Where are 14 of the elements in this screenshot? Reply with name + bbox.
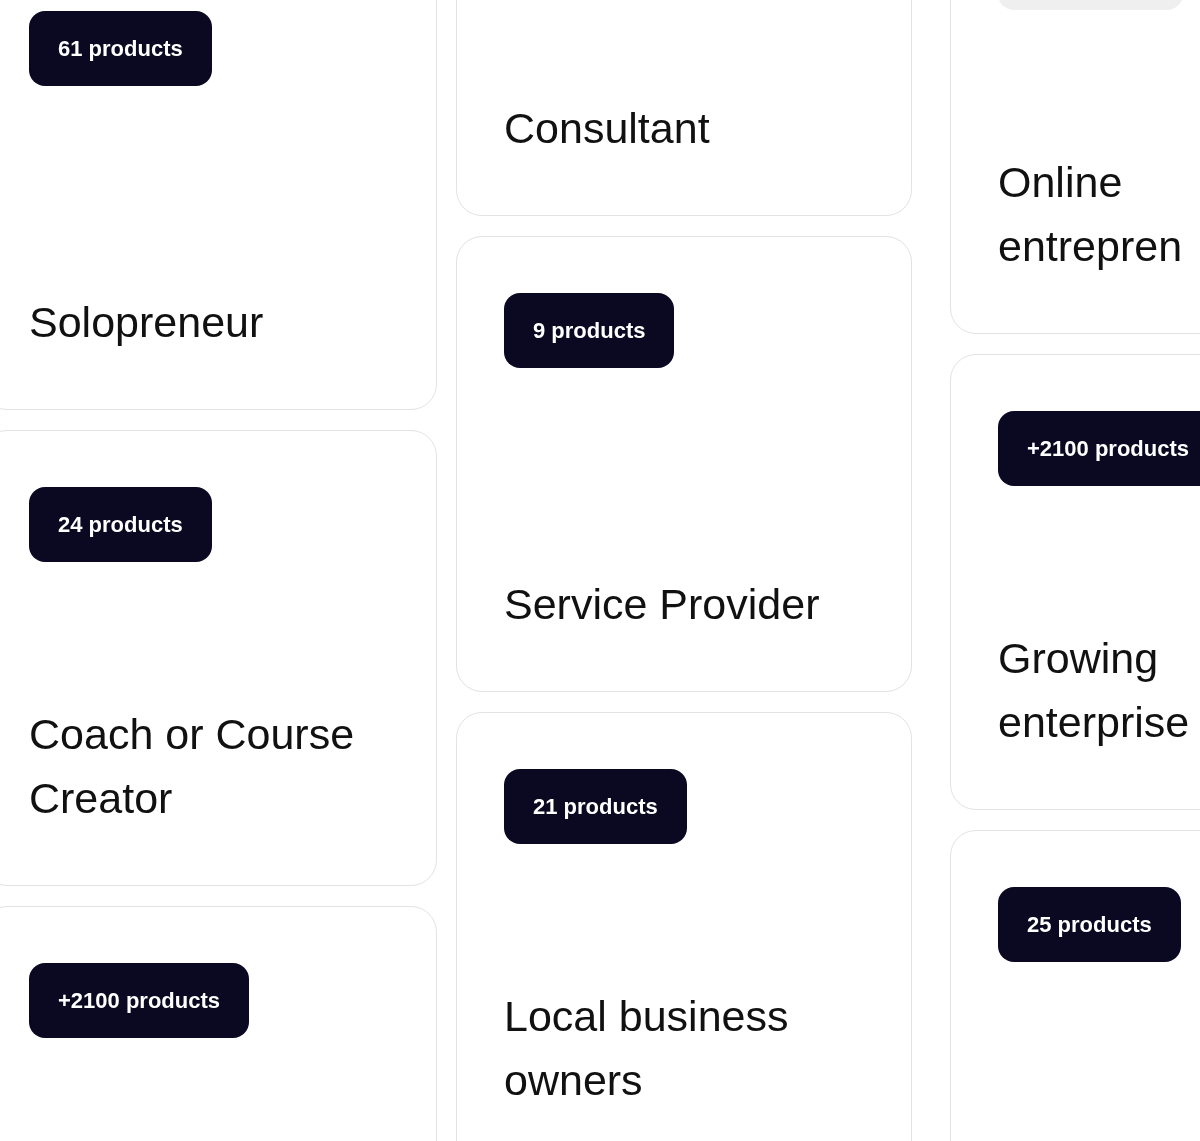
card-title: Coach or Course Creator [29, 709, 356, 824]
card-title: Solopreneur [29, 297, 265, 348]
product-count-badge: +2100 products [29, 963, 249, 1038]
product-count-badge: 9 products [504, 293, 675, 368]
product-count-badge: 24 products [29, 487, 212, 562]
product-count-badge: +2100 products [998, 411, 1200, 486]
card-title: Consultant [504, 103, 711, 154]
product-count-badge: 61 products [29, 11, 212, 86]
card-title: Service Provider [504, 579, 821, 630]
card-title: Online entrepren [998, 157, 1184, 272]
card-title: Local business owners [504, 991, 790, 1106]
product-count-badge: 25 products [998, 887, 1181, 962]
product-count-badge: 21 products [504, 769, 687, 844]
card-title: Growing enterprise [998, 633, 1191, 748]
